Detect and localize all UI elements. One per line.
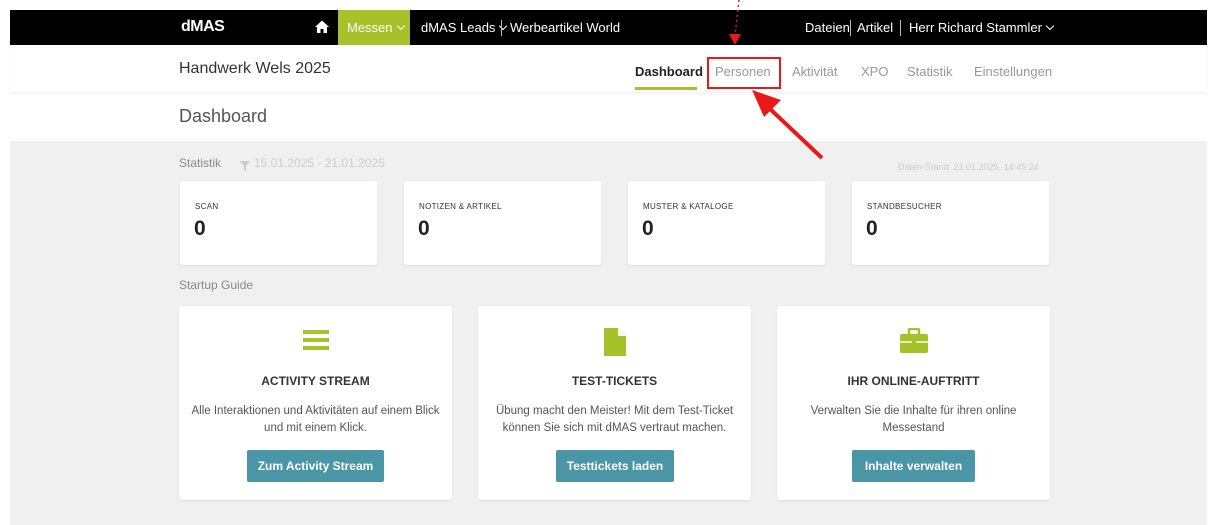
annotation-dotted-arrowhead bbox=[729, 34, 741, 45]
page: dMAS Messen dMAS Leads Werbeartikel Worl… bbox=[0, 0, 1219, 525]
annotation-arrows bbox=[729, 0, 824, 160]
annotation-dotted-arrow bbox=[734, 0, 740, 37]
annotation-arrow bbox=[766, 105, 824, 160]
